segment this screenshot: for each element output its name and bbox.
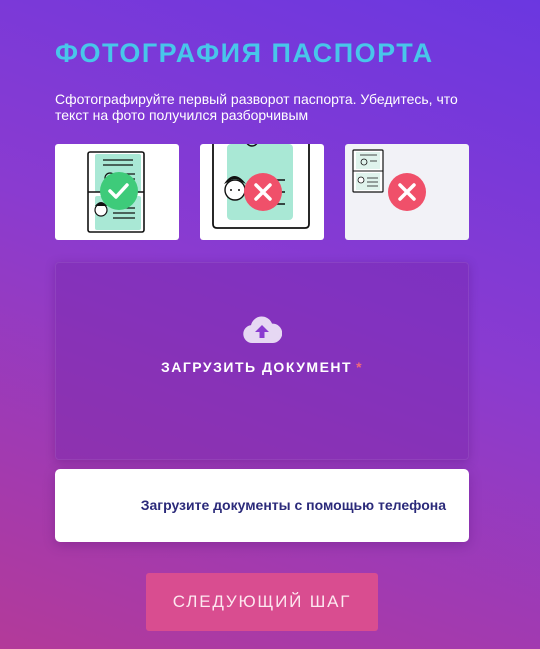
passport-correct-illustration bbox=[87, 151, 145, 233]
example-too-close bbox=[200, 144, 324, 240]
cloud-upload-icon bbox=[243, 316, 282, 343]
page-subtitle: Сфотографируйте первый разворот паспорта… bbox=[55, 91, 458, 123]
upload-document-dropzone[interactable]: ЗАГРУЗИТЬ ДОКУМЕНТ * bbox=[55, 262, 469, 460]
upload-via-phone-label: Загрузите документы с помощью телефона bbox=[140, 497, 446, 513]
upload-document-label: ЗАГРУЗИТЬ ДОКУМЕНТ * bbox=[55, 359, 469, 375]
passport-examples bbox=[55, 144, 469, 240]
example-correct bbox=[55, 144, 179, 240]
next-step-button[interactable]: СЛЕДУЮЩИЙ ШАГ bbox=[146, 573, 378, 631]
example-too-far bbox=[345, 144, 469, 240]
passport-too-far-illustration bbox=[352, 149, 426, 211]
passport-too-close-illustration bbox=[212, 144, 310, 229]
upload-via-phone-link[interactable]: Загрузите документы с помощью телефона bbox=[55, 469, 469, 542]
upload-label-text: ЗАГРУЗИТЬ ДОКУМЕНТ bbox=[160, 359, 353, 375]
page-title: ФОТОГРАФИЯ ПАСПОРТА bbox=[55, 38, 434, 68]
required-mark: * bbox=[356, 359, 364, 375]
